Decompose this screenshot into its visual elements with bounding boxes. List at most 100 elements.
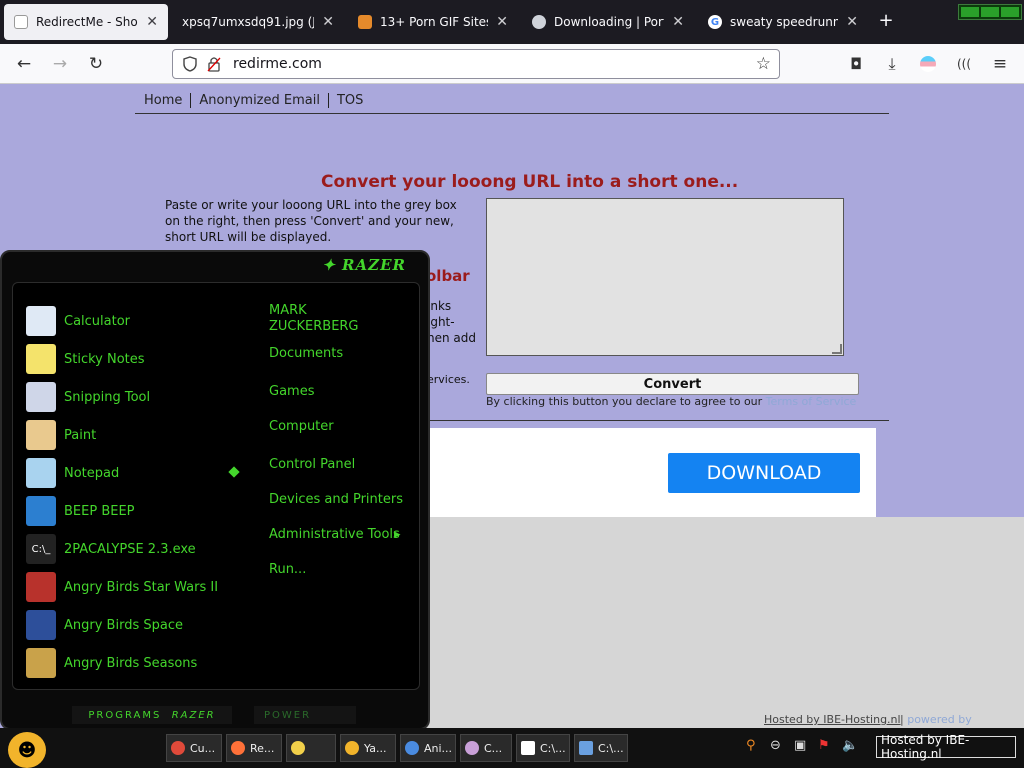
tab-close-icon[interactable]: ✕ (146, 14, 158, 30)
volume-icon[interactable]: 🔈 (842, 738, 858, 753)
tab-close-icon[interactable]: ✕ (672, 14, 684, 30)
action-center-flag-icon[interactable]: ⚑ (818, 738, 830, 753)
insecure-lock-icon[interactable] (207, 56, 221, 72)
nav-tos[interactable]: TOS (329, 93, 371, 108)
reload-icon[interactable]: ↻ (84, 52, 108, 76)
forward-icon[interactable]: → (48, 52, 72, 76)
console-icon: C:\_ (26, 534, 56, 564)
place-games[interactable]: Games (269, 384, 314, 400)
site-favicon-icon (358, 15, 372, 29)
tab-gif-sites[interactable]: 13+ Porn GIF Sites - F ✕ (348, 4, 518, 40)
program-calculator[interactable]: Calculator (26, 305, 130, 337)
tab-title: Downloading | Portab (554, 15, 664, 29)
sticky-notes-icon (26, 344, 56, 374)
ad-banner[interactable]: DOWNLOAD (420, 428, 876, 517)
tab-close-icon[interactable]: ✕ (496, 14, 508, 30)
program-beep-beep[interactable]: BEEP BEEP (26, 495, 135, 527)
angry-birds-space-icon (26, 610, 56, 640)
firefox-icon (231, 741, 245, 755)
angry-birds-star-wars-icon (26, 572, 56, 602)
instructions-text: Paste or write your looong URL into the … (165, 198, 457, 244)
program-angry-birds-space[interactable]: Angry Birds Space (26, 609, 183, 641)
taskbar-button-firefox[interactable]: Re... (226, 734, 282, 762)
device-icon (26, 496, 56, 526)
program-sticky-notes[interactable]: Sticky Notes (26, 343, 145, 375)
program-angry-birds-seasons[interactable]: Angry Birds Seasons (26, 647, 197, 679)
all-programs-button[interactable]: PROGRAMS RAZER (72, 706, 232, 724)
place-control-panel[interactable]: Control Panel (269, 457, 355, 473)
taskbar-button-yahoo[interactable]: Ya... (340, 734, 396, 762)
toolbar-heading: olbar (426, 267, 470, 285)
taskbar-button-animation[interactable]: Ani... (400, 734, 456, 762)
navigation-bar: ← → ↻ redirme.com ☆ ◘ ⤓ ((( ≡ (0, 44, 1024, 84)
network-icon[interactable]: ▣ (794, 738, 806, 753)
footer-separator: | (900, 713, 904, 726)
address-url[interactable]: redirme.com (233, 56, 322, 72)
tab-redirectme[interactable]: RedirectMe - Shorter ✕ (4, 4, 168, 40)
emoji-icon (345, 741, 359, 755)
razer-logo: ✦ RAZER (322, 256, 406, 274)
downloads-icon[interactable]: ⤓ (880, 52, 904, 76)
tab-strip: RedirectMe - Shorter ✕ xpsq7umxsdq91.jpg… (0, 0, 1024, 44)
convert-button[interactable]: Convert (486, 373, 859, 395)
window-controls[interactable] (958, 4, 1022, 20)
place-user[interactable]: MARK ZUCKERBERG (269, 303, 379, 335)
tab-title: RedirectMe - Shorter (36, 15, 138, 29)
program-snipping-tool[interactable]: Snipping Tool (26, 381, 150, 413)
terms-link[interactable]: Terms of Service (766, 395, 857, 408)
tab-close-icon[interactable]: ✕ (846, 14, 858, 30)
long-url-textarea[interactable] (486, 198, 844, 356)
tracking-shield-icon[interactable] (183, 56, 197, 72)
razer-brand: RAZER (342, 256, 406, 274)
hamburger-menu-icon[interactable]: ≡ (988, 52, 1012, 76)
program-2pacalypse[interactable]: C:\_ 2PACALYPSE 2.3.exe (26, 533, 196, 565)
place-documents[interactable]: Documents (269, 346, 343, 362)
program-paint[interactable]: Paint (26, 419, 96, 451)
tab-title: 13+ Porn GIF Sites - F (380, 15, 488, 29)
resize-grip-icon[interactable] (832, 344, 842, 354)
back-icon[interactable]: ← (12, 52, 36, 76)
hosted-by-link[interactable]: Hosted by IBE-Hosting.nl (764, 713, 901, 726)
notepad-icon (26, 458, 56, 488)
calculator-icon (26, 306, 56, 336)
tab-google-search[interactable]: G sweaty speedrunner g ✕ (698, 4, 868, 40)
nav-anonymized-email[interactable]: Anonymized Email (191, 92, 329, 108)
bookmark-star-icon[interactable]: ☆ (756, 54, 771, 74)
extensions-icon[interactable]: ((( (952, 52, 976, 76)
power-button[interactable]: POWER (254, 706, 356, 724)
chrome-icon (171, 741, 185, 755)
program-notepad[interactable]: Notepad (26, 457, 119, 489)
extension-flag-icon[interactable] (916, 52, 940, 76)
place-run[interactable]: Run... (269, 562, 306, 578)
status-icon[interactable]: ⊖ (770, 738, 781, 753)
disclaimer: By clicking this button you declare to a… (486, 395, 856, 408)
site-nav: Home Anonymized Email TOS (136, 88, 371, 112)
nav-home[interactable]: Home (136, 92, 192, 108)
place-computer[interactable]: Computer (269, 419, 334, 435)
folder-icon (291, 741, 305, 755)
tab-title: xpsq7umxsdq91.jpg (JPEG (182, 15, 315, 29)
program-angry-birds-star-wars[interactable]: Angry Birds Star Wars II (26, 571, 218, 603)
services-text: ervices. (427, 373, 470, 386)
tab-downloading[interactable]: Downloading | Portab ✕ (522, 4, 694, 40)
download-button[interactable]: DOWNLOAD (668, 453, 860, 493)
tab-close-icon[interactable]: ✕ (322, 14, 334, 30)
place-devices-printers[interactable]: Devices and Printers (269, 492, 403, 508)
paint-palette-icon (26, 420, 56, 450)
taskbar-button-explorer[interactable] (286, 734, 336, 762)
address-bar[interactable]: redirme.com ☆ (172, 49, 780, 79)
window-icon (579, 741, 593, 755)
steam-favicon-icon (532, 15, 546, 29)
place-administrative-tools[interactable]: Administrative Tools (269, 527, 400, 543)
new-tab-button[interactable]: + (876, 10, 896, 34)
taskbar-button-7zip[interactable]: C:\... (516, 734, 570, 762)
pocket-icon[interactable]: ◘ (844, 52, 868, 76)
tab-jpeg-image[interactable]: xpsq7umxsdq91.jpg (JPEG ✕ (172, 4, 344, 40)
search-icon[interactable]: ⚲ (746, 738, 756, 753)
start-button-icon[interactable]: ☻ (8, 732, 46, 768)
globe-icon (405, 741, 419, 755)
page-heading: Convert your looong URL into a short one… (321, 172, 739, 192)
taskbar-button-chrome[interactable]: Cu... (166, 734, 222, 762)
taskbar-button-explorer2[interactable]: C:\... (574, 734, 628, 762)
taskbar-button-c[interactable]: C... (460, 734, 512, 762)
